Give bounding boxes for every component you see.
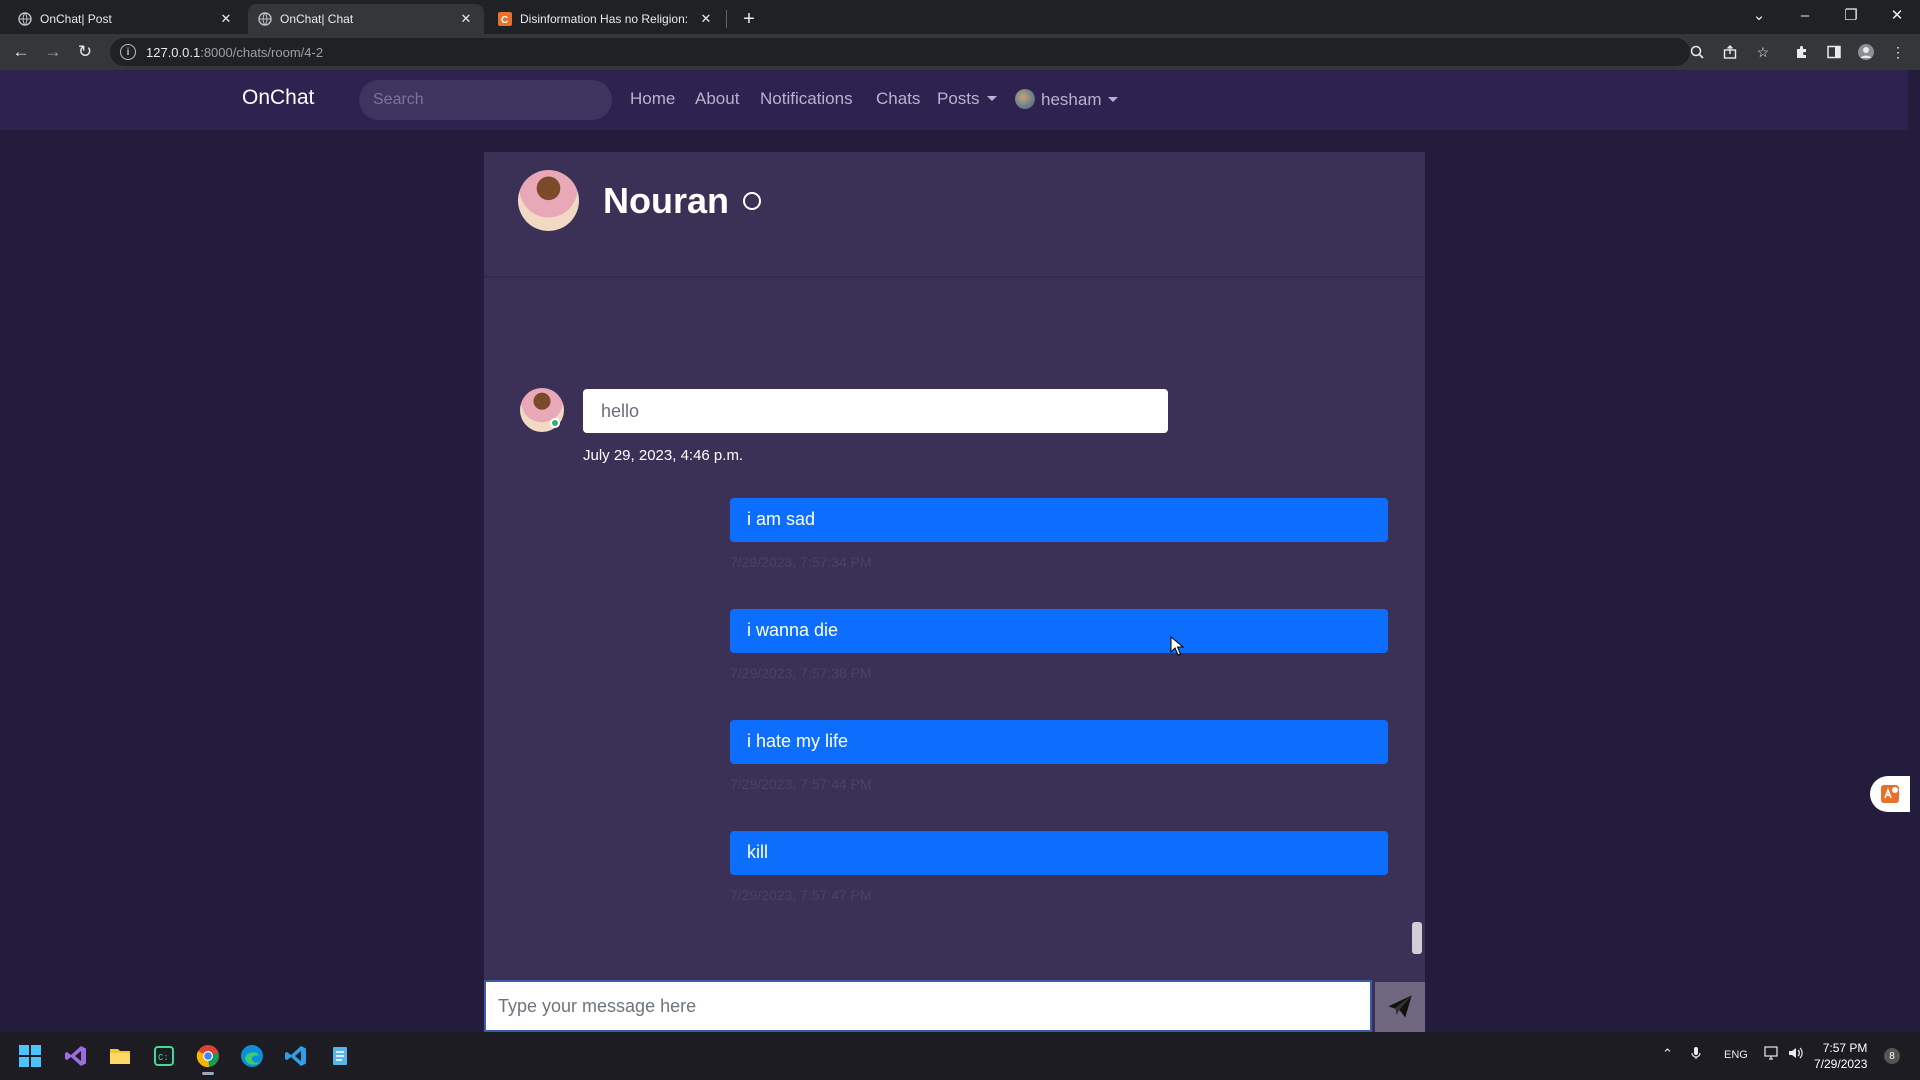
message-scrollbar[interactable] xyxy=(1412,922,1422,954)
nav-chats-link[interactable]: Chats xyxy=(876,89,920,109)
close-tab-icon[interactable]: ✕ xyxy=(698,11,714,27)
extensions-puzzle-icon[interactable] xyxy=(1790,40,1814,64)
svg-text:C:: C: xyxy=(158,1053,169,1063)
partner-name: Nouran xyxy=(603,180,729,221)
chrome-icon[interactable] xyxy=(192,1040,224,1075)
incoming-message: hello xyxy=(583,389,1168,433)
user-name: hesham xyxy=(1041,90,1102,109)
site-info-icon[interactable]: i xyxy=(120,44,136,60)
share-icon[interactable] xyxy=(1718,40,1742,64)
user-menu-dropdown[interactable]: hesham xyxy=(1015,89,1119,110)
notepad-icon[interactable] xyxy=(324,1040,356,1072)
browser-tab-post[interactable]: OnChat| Post ✕ xyxy=(8,4,244,34)
browser-menu-icon[interactable]: ⋮ xyxy=(1886,40,1910,64)
address-bar[interactable]: i 127.0.0.1:8000/chats/room/4-2 xyxy=(110,38,1690,66)
partner-avatar xyxy=(518,170,579,231)
system-clock[interactable]: 7:57 PM 7/29/2023 xyxy=(1814,1040,1867,1072)
tab-separator xyxy=(726,10,727,28)
brand-logo[interactable]: OnChat xyxy=(242,86,314,110)
online-dot-icon xyxy=(550,418,560,428)
close-window-button[interactable]: ✕ xyxy=(1874,0,1920,30)
tab-title: OnChat| Chat xyxy=(280,12,354,26)
side-panel-icon[interactable] xyxy=(1822,40,1846,64)
message-input[interactable] xyxy=(484,980,1372,1032)
status-indicator-icon xyxy=(743,192,761,210)
nav-posts-dropdown[interactable]: Posts xyxy=(937,89,997,109)
send-button[interactable] xyxy=(1375,982,1425,1032)
message-timestamp: 7/29/2023, 7:57:38 PM xyxy=(730,665,872,681)
message-timestamp: 7/29/2023, 7:57:44 PM xyxy=(730,776,872,792)
tab-search-icon[interactable]: ⌄ xyxy=(1736,0,1782,30)
restore-button[interactable]: ❐ xyxy=(1828,0,1874,30)
close-tab-icon[interactable]: ✕ xyxy=(458,11,474,27)
microphone-icon[interactable] xyxy=(1690,1046,1702,1063)
tab-title: Disinformation Has no Religion: xyxy=(520,12,689,26)
windows-taskbar: C: ⌃ ENG 7:57 PM 7/29/2023 8 xyxy=(0,1032,1920,1080)
file-explorer-icon[interactable] xyxy=(104,1040,136,1072)
message-list[interactable]: hello July 29, 2023, 4:46 p.m. i am sad … xyxy=(484,278,1425,972)
tab-title: OnChat| Post xyxy=(40,12,112,26)
translate-widget-icon xyxy=(1881,785,1899,803)
globe-icon xyxy=(18,12,32,26)
volume-icon[interactable] xyxy=(1788,1046,1804,1063)
user-avatar xyxy=(1015,89,1035,109)
svg-text:C: C xyxy=(501,15,508,26)
vscode-icon[interactable] xyxy=(280,1040,312,1072)
edge-icon[interactable] xyxy=(236,1040,268,1072)
network-icon[interactable] xyxy=(1764,1046,1780,1063)
back-arrow-icon[interactable]: ← xyxy=(9,40,33,64)
chat-panel: Nouran hello July 29, 2023, 4:46 p.m. i … xyxy=(484,152,1425,1032)
outgoing-message: i wanna die xyxy=(730,609,1388,653)
tray-chevron-up-icon[interactable]: ⌃ xyxy=(1662,1046,1673,1062)
mouse-cursor-icon xyxy=(1170,636,1184,656)
search-input[interactable] xyxy=(359,80,612,120)
caret-down-icon xyxy=(986,96,997,101)
message-composer xyxy=(484,980,1425,1032)
nav-home-link[interactable]: Home xyxy=(630,89,675,109)
minimize-button[interactable]: – xyxy=(1782,0,1828,30)
language-indicator[interactable]: ENG xyxy=(1724,1049,1748,1061)
zoom-icon[interactable] xyxy=(1685,40,1709,64)
outgoing-message: i hate my life xyxy=(730,720,1388,764)
message-timestamp: July 29, 2023, 4:46 p.m. xyxy=(583,447,744,464)
terminal-app-icon[interactable]: C: xyxy=(148,1040,180,1072)
chat-header: Nouran xyxy=(484,152,1425,276)
close-tab-icon[interactable]: ✕ xyxy=(218,11,234,27)
profile-avatar-icon[interactable] xyxy=(1854,40,1878,64)
forward-arrow-icon[interactable]: → xyxy=(41,40,65,64)
clock-time: 7:57 PM xyxy=(1822,1041,1868,1055)
paper-plane-icon xyxy=(1388,995,1412,1018)
sender-avatar xyxy=(520,388,564,432)
url-text: 127.0.0.1:8000/chats/room/4-2 xyxy=(146,45,323,60)
browser-tab-strip: OnChat| Post ✕ OnChat| Chat ✕ C Disinfor… xyxy=(0,0,1920,34)
browser-tab-article[interactable]: C Disinformation Has no Religion: ✕ xyxy=(488,4,724,34)
message-timestamp: 7/29/2023, 7:57:47 PM xyxy=(730,887,872,903)
url-path: :8000/chats/room/4-2 xyxy=(200,44,324,60)
message-timestamp: 7/29/2023, 7:57:34 PM xyxy=(730,554,872,570)
bookmark-star-icon[interactable]: ☆ xyxy=(1751,40,1775,64)
site-favicon-icon: C xyxy=(498,12,512,26)
outgoing-message: kill xyxy=(730,831,1388,875)
outgoing-message: i am sad xyxy=(730,498,1388,542)
site-navbar: OnChat Home About Notifications Chats Po… xyxy=(0,70,1908,130)
floating-translate-widget[interactable] xyxy=(1870,776,1910,812)
caret-down-icon xyxy=(1108,97,1119,102)
visual-studio-icon[interactable] xyxy=(60,1040,92,1072)
windows-start-icon[interactable] xyxy=(14,1040,46,1072)
browser-tab-chat[interactable]: OnChat| Chat ✕ xyxy=(248,4,484,34)
nav-posts-label: Posts xyxy=(937,89,980,108)
clock-date: 7/29/2023 xyxy=(1814,1057,1868,1071)
reload-icon[interactable]: ↻ xyxy=(73,40,97,64)
browser-toolbar: ← → ↻ i 127.0.0.1:8000/chats/room/4-2 ☆ … xyxy=(0,34,1920,70)
url-host: 127.0.0.1 xyxy=(146,44,201,60)
nav-notifications-link[interactable]: Notifications xyxy=(760,89,853,109)
globe-icon xyxy=(258,12,272,26)
new-tab-button[interactable]: + xyxy=(737,7,761,31)
nav-about-link[interactable]: About xyxy=(695,89,739,109)
notification-count-badge[interactable]: 8 xyxy=(1884,1048,1900,1064)
